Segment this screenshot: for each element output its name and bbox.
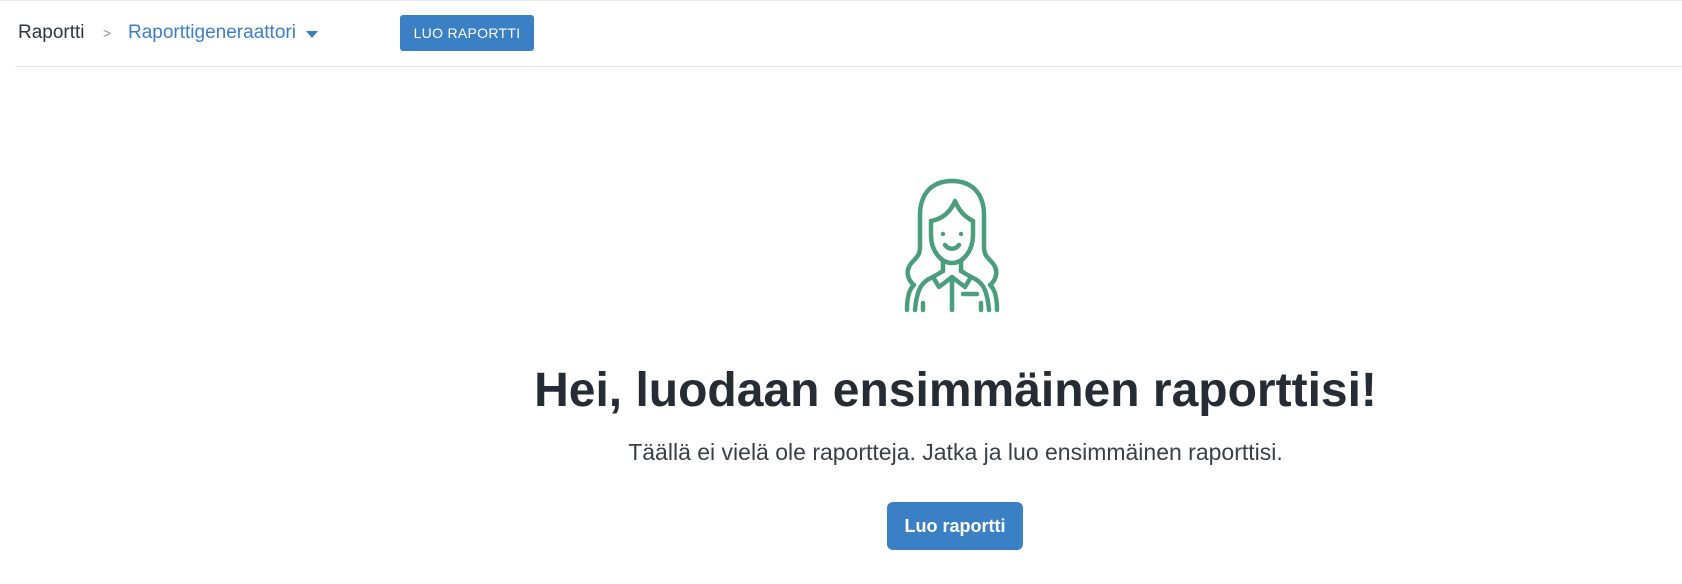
top-bar: Raportti > Raporttigeneraattori LUO RAPO… <box>15 1 1682 67</box>
empty-state-subtitle: Täällä ei vielä ole raportteja. Jatka ja… <box>628 439 1283 465</box>
caret-down-icon <box>305 30 318 38</box>
woman-avatar-icon <box>904 178 1000 313</box>
breadcrumb-current: Raporttigeneraattori <box>128 22 296 43</box>
breadcrumb-root[interactable]: Raportti <box>18 21 85 45</box>
report-generator-dropdown[interactable]: Raporttigeneraattori <box>128 21 318 45</box>
breadcrumb-separator: > <box>103 25 112 41</box>
create-report-button-top[interactable]: LUO RAPORTTI <box>400 15 534 51</box>
create-report-button[interactable]: Luo raportti <box>887 502 1023 550</box>
empty-state-title: Hei, luodaan ensimmäinen raporttisi! <box>534 364 1377 417</box>
